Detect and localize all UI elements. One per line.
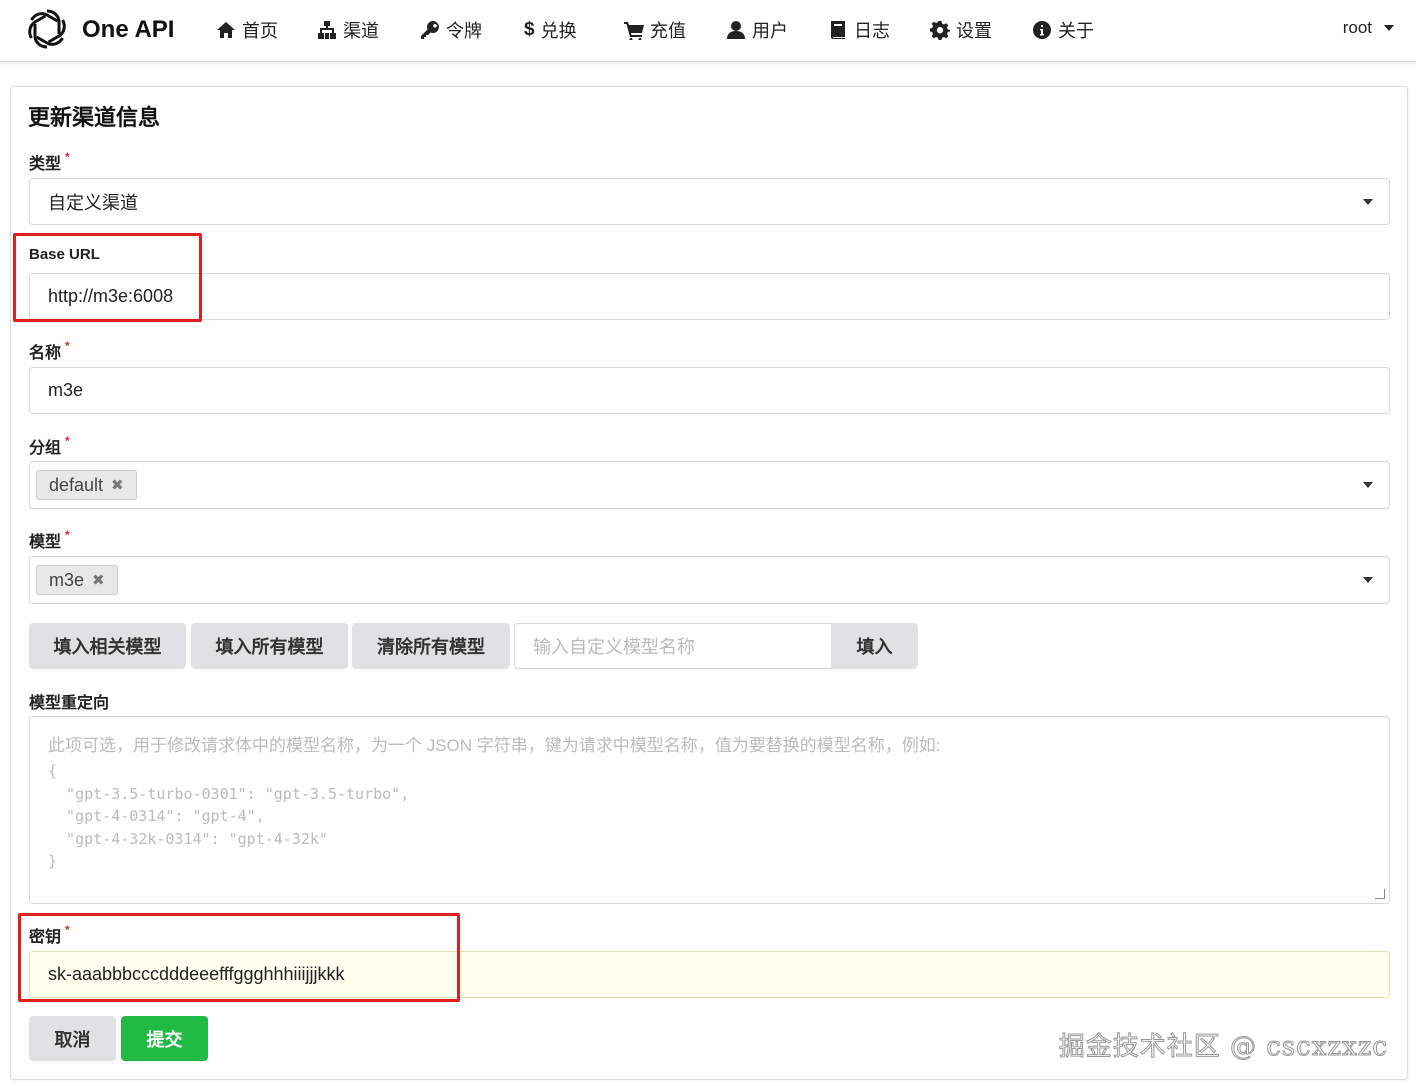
chevron-down-icon <box>1363 577 1373 583</box>
fill-related-models-button[interactable]: 填入相关模型 <box>29 623 186 669</box>
group-chip-label: default <box>49 474 104 495</box>
model-chip[interactable]: m3e ✖ <box>36 565 118 595</box>
top-nav: One API 首页 渠道 令牌 $ 兑换 充值 用户 日志 设置 关于 roo… <box>0 0 1416 62</box>
group-chip[interactable]: default ✖ <box>36 470 137 500</box>
key-highlight-box <box>18 913 460 1002</box>
name-input[interactable]: m3e <box>29 367 1390 414</box>
nav-item-logs[interactable]: 日志 <box>828 17 890 43</box>
type-value: 自定义渠道 <box>48 192 138 213</box>
chevron-down-icon <box>1384 25 1394 31</box>
nav-item-home[interactable]: 首页 <box>216 17 278 43</box>
fill-custom-model-button[interactable]: 填入 <box>831 623 918 669</box>
home-icon <box>217 22 235 38</box>
name-label: 名称 * <box>29 339 70 362</box>
nav-label: 兑换 <box>540 21 577 41</box>
fill-all-models-button[interactable]: 填入所有模型 <box>191 623 348 669</box>
nav-item-topup[interactable]: 充值 <box>624 17 686 43</box>
submit-button[interactable]: 提交 <box>121 1016 208 1061</box>
close-icon[interactable]: ✖ <box>92 571 105 589</box>
type-select[interactable]: 自定义渠道 <box>29 178 1390 225</box>
models-select[interactable]: m3e ✖ <box>29 556 1390 604</box>
brand-title[interactable]: One API <box>82 16 174 44</box>
chevron-down-icon <box>1363 482 1373 488</box>
info-icon <box>1033 21 1052 39</box>
close-icon[interactable]: ✖ <box>111 476 124 494</box>
nav-label: 首页 <box>242 21 278 41</box>
user-menu[interactable]: root <box>1343 18 1394 38</box>
model-mapping-placeholder: 此项可选，用于修改请求体中的模型名称，为一个 JSON 字符串，键为请求中模型名… <box>48 736 941 755</box>
cart-icon <box>624 22 644 40</box>
cancel-button[interactable]: 取消 <box>29 1016 116 1061</box>
model-mapping-textarea[interactable]: 此项可选，用于修改请求体中的模型名称，为一个 JSON 字符串，键为请求中模型名… <box>29 716 1390 904</box>
user-name: root <box>1342 18 1372 37</box>
nav-label: 渠道 <box>343 21 379 41</box>
page-title: 更新渠道信息 <box>28 105 161 130</box>
nav-label: 充值 <box>650 21 686 41</box>
book-icon <box>830 21 845 39</box>
base-url-highlight-box <box>13 233 202 322</box>
nav-item-tokens[interactable]: 令牌 <box>420 17 482 43</box>
type-label: 类型 * <box>29 150 70 173</box>
nav-item-about[interactable]: 关于 <box>1032 17 1094 43</box>
nav-label: 设置 <box>956 21 992 41</box>
chevron-down-icon <box>1363 198 1373 205</box>
nav-item-channels[interactable]: 渠道 <box>317 17 379 43</box>
group-label: 分组 * <box>29 434 70 457</box>
name-value: m3e <box>48 380 84 400</box>
resize-handle-icon[interactable] <box>1375 889 1385 899</box>
model-chip-label: m3e <box>49 569 85 590</box>
model-mapping-label: 模型重定向 <box>29 695 110 712</box>
models-label: 模型 * <box>29 528 70 551</box>
user-icon <box>727 21 745 39</box>
nav-item-settings[interactable]: 设置 <box>930 17 992 43</box>
gear-icon <box>930 21 950 40</box>
custom-model-input[interactable]: 输入自定义模型名称 <box>514 623 832 669</box>
nav-label: 用户 <box>752 21 788 41</box>
nav-item-redeem[interactable]: $ 兑换 <box>524 17 577 43</box>
sitemap-icon <box>318 21 336 39</box>
nav-label: 日志 <box>854 21 890 41</box>
nav-label: 关于 <box>1058 21 1094 41</box>
watermark: 掘金技术社区 @ cscxzxzc <box>1058 1032 1388 1063</box>
clear-all-models-button[interactable]: 清除所有模型 <box>352 623 510 669</box>
model-mapping-placeholder-example: { "gpt-3.5-turbo-0301": "gpt-3.5-turbo",… <box>48 762 410 870</box>
dollar-icon: $ <box>524 19 535 40</box>
base-url-input[interactable]: http://m3e:6008 <box>29 273 1390 320</box>
nav-item-users[interactable]: 用户 <box>726 17 788 43</box>
key-icon <box>421 20 439 39</box>
openai-logo-icon[interactable] <box>24 6 70 52</box>
group-select[interactable]: default ✖ <box>29 461 1390 509</box>
nav-label: 令牌 <box>446 21 482 41</box>
